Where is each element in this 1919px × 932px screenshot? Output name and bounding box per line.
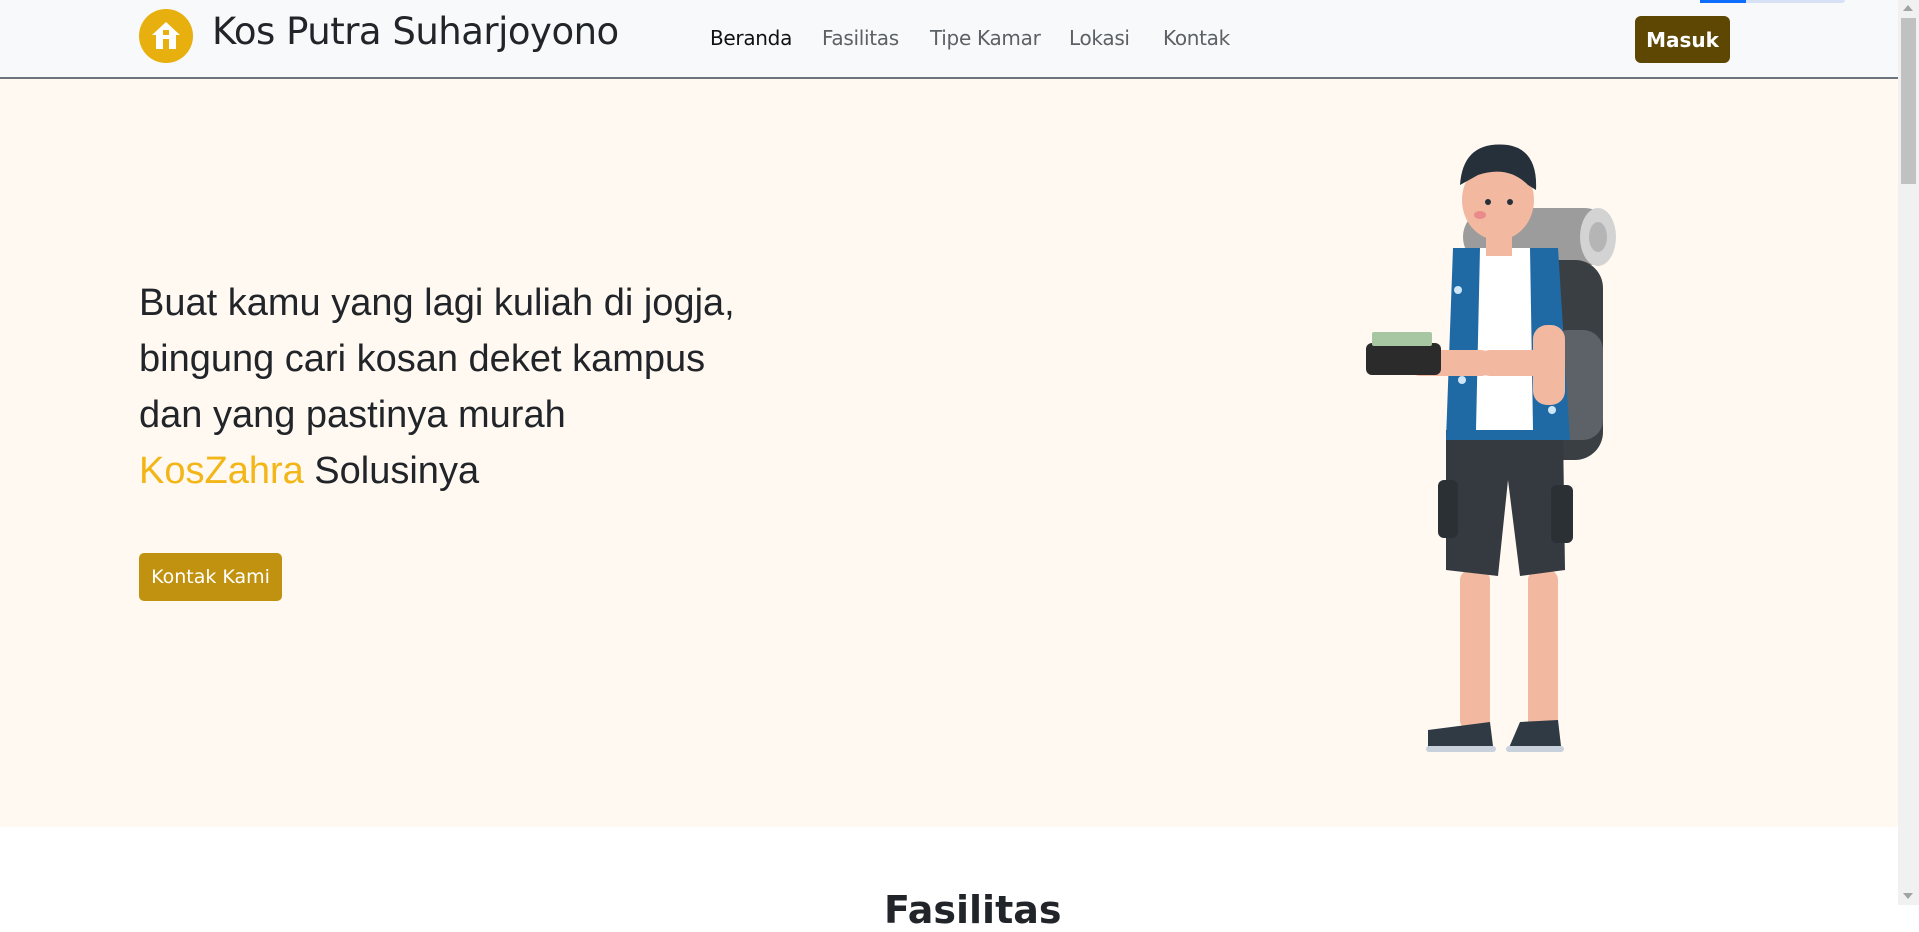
top-strip-indicator [1700,0,1746,3]
hero-line-1: Buat kamu yang lagi kuliah di jogja, [139,282,735,324]
contact-button[interactable]: Kontak Kami [139,553,282,601]
house-icon [152,22,180,49]
login-button[interactable]: Masuk [1635,16,1730,63]
brand-logo[interactable] [139,9,193,63]
scroll-down-icon[interactable] [1903,893,1913,899]
hero-line-3: dan yang pastinya murah [139,394,566,436]
scroll-up-icon[interactable] [1903,5,1913,11]
hero-line-2: bingung cari kosan deket kampus [139,338,706,380]
backpacker-illustration [1366,144,1616,752]
navbar: Kos Putra Suharjoyono Beranda Fasilitas … [0,0,1898,79]
nav-item-fasilitas[interactable]: Fasilitas [822,26,899,50]
hero-line-4: KosZahra Solusinya [139,443,735,499]
nav-item-kontak[interactable]: Kontak [1163,26,1230,50]
hero-headline: Buat kamu yang lagi kuliah di jogja, bin… [139,275,735,499]
section-title-fasilitas: Fasilitas [884,888,1062,932]
brand-accent-word: KosZahra [139,450,304,492]
scrollbar-thumb[interactable] [1901,18,1916,184]
nav-item-beranda[interactable]: Beranda [710,26,792,50]
hero-line-4-rest: Solusinya [303,450,480,492]
nav-item-tipe-kamar[interactable]: Tipe Kamar [930,26,1041,50]
brand-name[interactable]: Kos Putra Suharjoyono [212,10,619,53]
nav-item-lokasi[interactable]: Lokasi [1069,26,1130,50]
